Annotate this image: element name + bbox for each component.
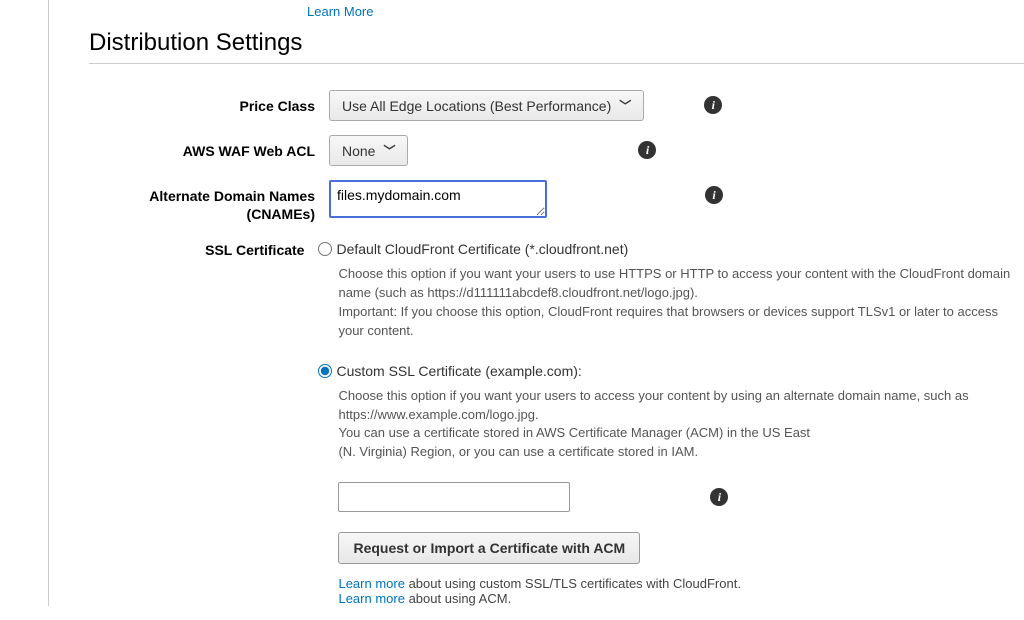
waf-label: AWS WAF Web ACL: [89, 135, 329, 160]
ssl-default-radio[interactable]: [318, 242, 332, 256]
waf-value: None: [342, 143, 375, 159]
ssl-certificate-input[interactable]: [338, 482, 570, 512]
info-icon[interactable]: i: [705, 186, 723, 204]
ssl-custom-option-label: Custom SSL Certificate (example.com):: [336, 363, 581, 379]
price-class-select[interactable]: Use All Edge Locations (Best Performance…: [329, 90, 644, 121]
learn-more-acm-link[interactable]: Learn more: [338, 591, 404, 606]
learn-more-acm-text: about using ACM.: [405, 591, 511, 606]
request-certificate-button[interactable]: Request or Import a Certificate with ACM: [338, 532, 640, 564]
learn-more-ssl-link[interactable]: Learn more: [338, 576, 404, 591]
ssl-custom-radio[interactable]: [318, 364, 332, 378]
info-icon[interactable]: i: [704, 96, 722, 114]
info-icon[interactable]: i: [638, 141, 656, 159]
chevron-down-icon: ﹀: [383, 142, 395, 159]
cnames-input[interactable]: [329, 180, 547, 218]
info-icon[interactable]: i: [710, 488, 728, 506]
learn-more-ssl-text: about using custom SSL/TLS certificates …: [405, 576, 741, 591]
cnames-label: Alternate Domain Names (CNAMEs): [89, 180, 329, 223]
section-title: Distribution Settings: [89, 29, 1024, 57]
ssl-custom-description: Choose this option if you want your user…: [338, 387, 1024, 462]
ssl-label: SSL Certificate: [89, 241, 318, 259]
price-class-label: Price Class: [89, 90, 329, 115]
learn-more-top-link[interactable]: Learn More: [307, 0, 1024, 19]
ssl-default-option-label: Default CloudFront Certificate (*.cloudf…: [336, 241, 628, 257]
chevron-down-icon: ﹀: [619, 97, 631, 114]
price-class-value: Use All Edge Locations (Best Performance…: [342, 98, 611, 114]
ssl-default-description: Choose this option if you want your user…: [338, 265, 1024, 340]
section-divider: [89, 63, 1024, 64]
waf-select[interactable]: None ﹀: [329, 135, 408, 166]
